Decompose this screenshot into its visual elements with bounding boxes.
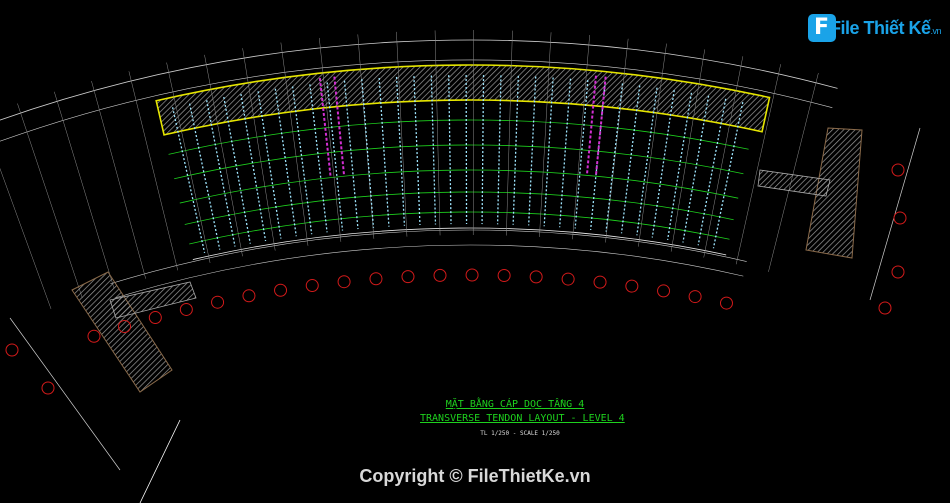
axis-bubble (625, 279, 639, 293)
grid-line (434, 30, 441, 236)
axis-bubble (274, 283, 288, 297)
axis-bubble (497, 268, 511, 282)
axis-bubble (41, 381, 55, 395)
dimension-arc-inner-2 (114, 244, 744, 299)
grid-line (396, 31, 408, 237)
axis-bubble (242, 289, 256, 303)
grid-line (319, 37, 342, 242)
axis-bubble (87, 329, 101, 343)
dimension-line-left (9, 317, 121, 471)
grid-line (17, 103, 83, 299)
slab-inner-edge (192, 227, 727, 260)
tendon-band-arc (174, 144, 744, 180)
drawing-title-vietnamese: MẶT BẰNG CÁP DỌC TẦNG 4 (445, 399, 585, 410)
axis-bubble (891, 163, 905, 177)
axis-bubble (5, 343, 19, 357)
copyright-watermark: Copyright © FileThietKe.vn (359, 466, 591, 486)
grid-line (91, 80, 146, 279)
axis-bubble (148, 311, 162, 325)
axis-bubble (179, 302, 193, 316)
axis-bubble (529, 270, 543, 284)
grid-line (54, 91, 115, 288)
leader-line (139, 419, 181, 503)
axis-bubble (433, 268, 447, 282)
grid-line (506, 30, 513, 236)
axis-bubble (891, 265, 905, 279)
axis-bubble (305, 279, 319, 293)
axis-bubble (878, 301, 892, 315)
grid-line (472, 30, 474, 236)
floor-plan-drawing (0, 30, 921, 503)
axis-bubble (369, 272, 383, 286)
corridor-left (109, 281, 197, 319)
drawing-scale: TL 1/250 - SCALE 1/250 (480, 430, 560, 437)
grid-line (572, 34, 590, 240)
axis-bubble (337, 275, 351, 289)
tendon-band-arc (184, 191, 734, 225)
grid-line (638, 43, 667, 247)
logo-text: File Thiết Kế.vn (830, 18, 942, 38)
axis-bubble (593, 275, 607, 289)
axis-bubble (401, 270, 415, 284)
axis-bubble (561, 272, 575, 286)
tendon-band-arc (179, 169, 739, 204)
grid-line (605, 38, 629, 243)
axis-bubble (893, 211, 907, 225)
cad-drawing-canvas[interactable]: F File Thiết Kế.vn MẶT BẰNG CÁP DỌC TẦNG… (0, 0, 950, 503)
tendon-band-arc (168, 119, 749, 155)
grid-line (0, 167, 52, 309)
axis-bubble (465, 268, 479, 282)
drawing-title-english: TRANSVERSE TENDON LAYOUT - LEVEL 4 (420, 413, 625, 424)
axis-bubble (688, 290, 702, 304)
grid-line (280, 42, 309, 246)
axis-bubble (719, 296, 733, 310)
corridor-right (757, 169, 831, 197)
axis-bubble (657, 284, 671, 298)
axis-bubble (211, 295, 225, 309)
site-logo[interactable]: F File Thiết Kế.vn (808, 12, 942, 44)
